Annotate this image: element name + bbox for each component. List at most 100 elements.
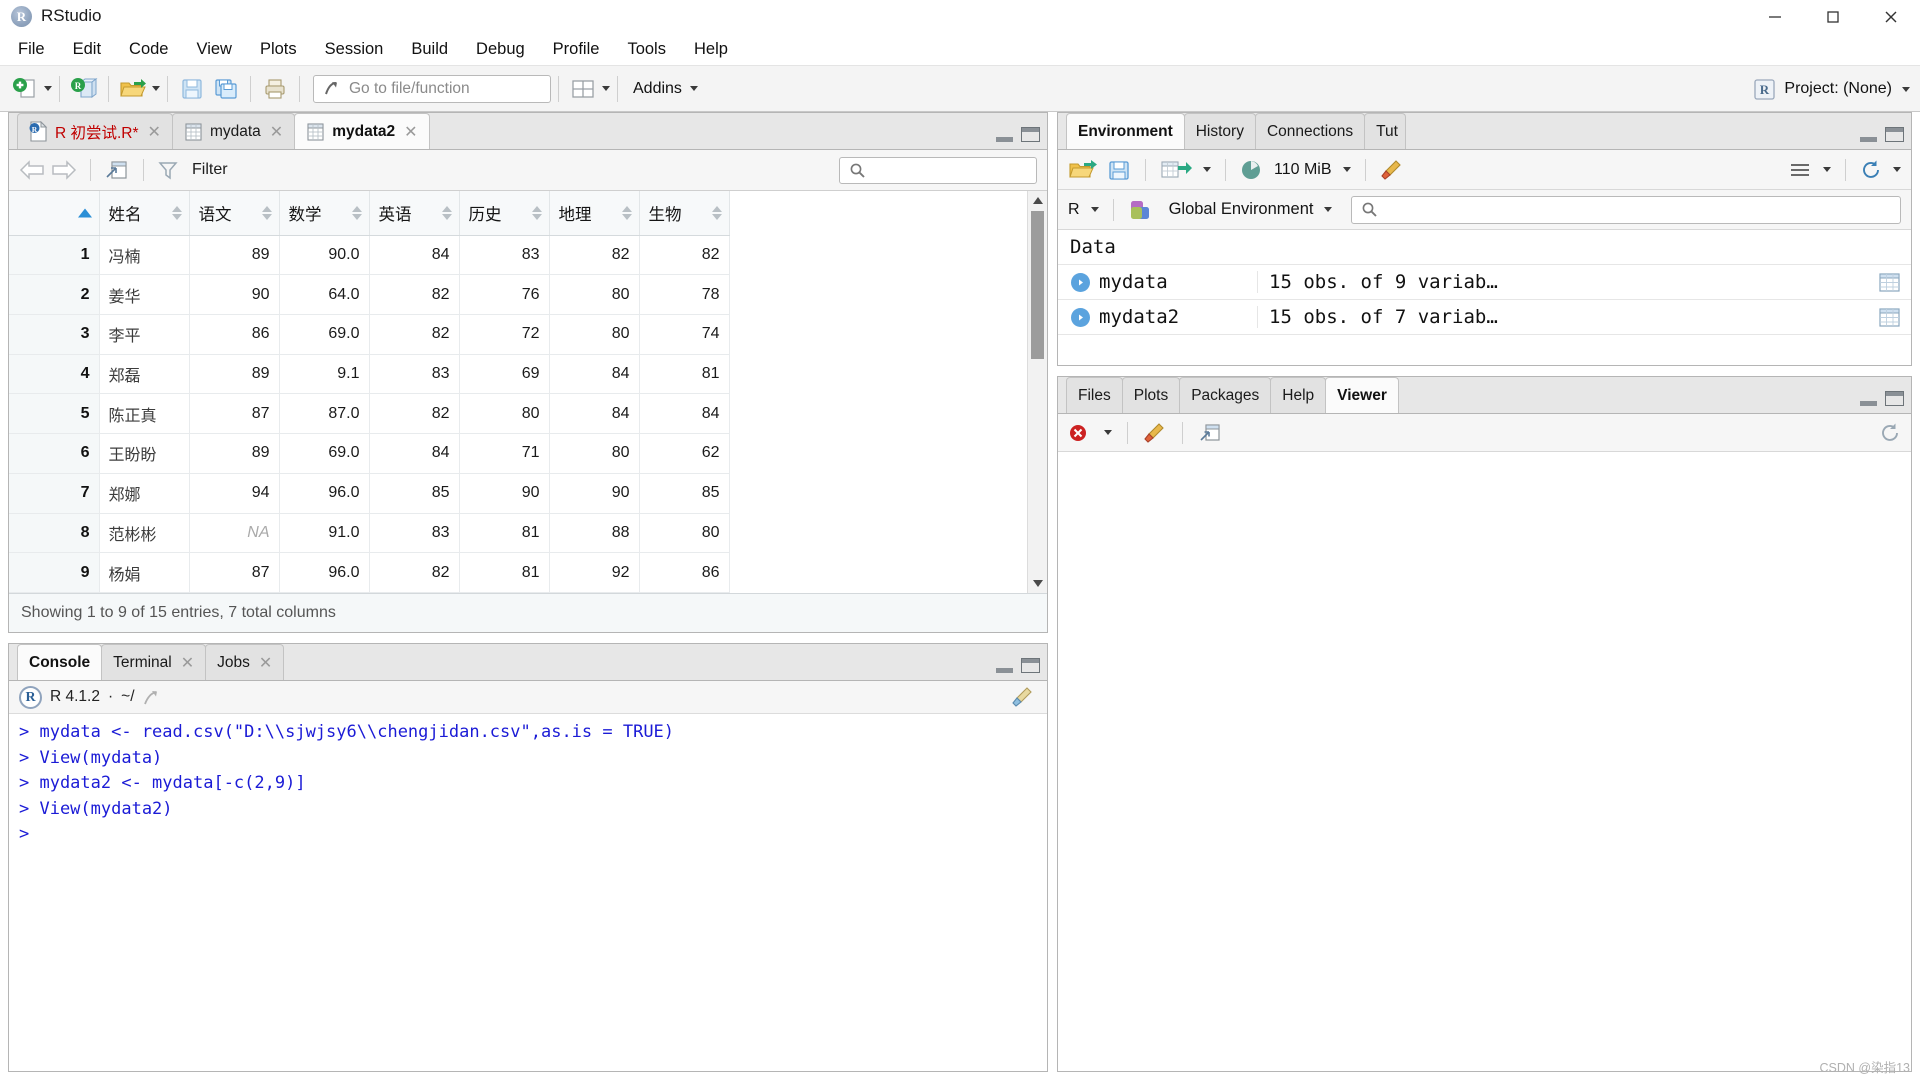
sort-arrows-icon[interactable] bbox=[711, 205, 722, 220]
open-folder-icon[interactable] bbox=[116, 72, 150, 106]
maximize-pane-icon[interactable] bbox=[1021, 127, 1040, 142]
menu-item-help[interactable]: Help bbox=[680, 35, 742, 63]
close-tab-icon[interactable]: ✕ bbox=[270, 122, 283, 142]
panes-dropdown-icon[interactable] bbox=[602, 86, 610, 91]
save-all-icon[interactable] bbox=[209, 72, 243, 106]
refresh-icon[interactable] bbox=[1879, 422, 1901, 444]
tab-jobs[interactable]: Jobs ✕ bbox=[205, 644, 285, 680]
project-dropdown-icon[interactable] bbox=[1902, 86, 1910, 92]
import-dropdown-icon[interactable] bbox=[1203, 167, 1211, 172]
close-button[interactable] bbox=[1862, 0, 1920, 33]
new-file-dropdown-icon[interactable] bbox=[44, 86, 52, 91]
popout-icon[interactable] bbox=[1198, 422, 1222, 444]
table-row[interactable]: 1 冯楠 89 90.0 84 83 82 82 bbox=[9, 235, 730, 276]
expand-object-icon[interactable] bbox=[1071, 307, 1090, 327]
menu-item-debug[interactable]: Debug bbox=[462, 35, 539, 63]
maximize-pane-icon[interactable] bbox=[1021, 658, 1040, 673]
tab-console[interactable]: Console bbox=[17, 644, 103, 680]
minimize-pane-icon[interactable] bbox=[996, 129, 1013, 142]
load-workspace-icon[interactable] bbox=[1068, 158, 1098, 182]
menu-item-view[interactable]: View bbox=[182, 35, 245, 63]
scope-dropdown-icon[interactable] bbox=[1324, 207, 1333, 212]
tab-help[interactable]: Help bbox=[1270, 377, 1327, 413]
goto-file-function-input[interactable]: Go to file/function bbox=[313, 74, 551, 103]
environment-search-input[interactable] bbox=[1351, 195, 1901, 224]
stop-icon[interactable] bbox=[1068, 422, 1092, 444]
view-data-icon[interactable] bbox=[1879, 307, 1900, 327]
table-row[interactable]: 6 王盼盼 89 69.0 84 71 80 62 bbox=[9, 433, 730, 474]
stop-dropdown-icon[interactable] bbox=[1104, 430, 1112, 435]
refresh-icon[interactable] bbox=[1860, 159, 1882, 181]
broom-clear-icon[interactable] bbox=[1143, 422, 1167, 444]
list-view-icon[interactable] bbox=[1788, 160, 1812, 180]
sort-arrows-icon[interactable] bbox=[351, 205, 362, 220]
environment-item-mydata2[interactable]: mydata2 15 obs. of 7 variab… bbox=[1058, 300, 1911, 335]
menu-item-tools[interactable]: Tools bbox=[613, 35, 680, 63]
addins-dropdown-icon[interactable] bbox=[689, 86, 698, 91]
popout-icon[interactable] bbox=[143, 688, 162, 707]
close-tab-icon[interactable]: ✕ bbox=[259, 653, 272, 673]
tab-viewer[interactable]: Viewer bbox=[1325, 377, 1399, 413]
console-prompt[interactable]: > bbox=[19, 822, 1037, 848]
data-search-input[interactable] bbox=[839, 157, 1037, 184]
source-tab-mydata2[interactable]: mydata2 ✕ bbox=[294, 113, 430, 149]
list-view-dropdown-icon[interactable] bbox=[1823, 167, 1831, 172]
table-row[interactable]: 8 范彬彬 NA 91.0 83 81 88 80 bbox=[9, 513, 730, 554]
table-row[interactable]: 5 陈正真 87 87.0 82 80 84 84 bbox=[9, 393, 730, 435]
print-icon[interactable] bbox=[258, 72, 292, 106]
tab-plots[interactable]: Plots bbox=[1121, 377, 1181, 413]
menu-item-profile[interactable]: Profile bbox=[539, 35, 614, 63]
tab-files[interactable]: Files bbox=[1066, 377, 1123, 413]
new-project-icon[interactable]: R bbox=[67, 72, 101, 106]
project-selector[interactable]: R Project: (None) bbox=[1752, 66, 1910, 112]
column-header-english[interactable]: 英语 bbox=[369, 191, 460, 236]
close-tab-icon[interactable]: ✕ bbox=[148, 122, 161, 142]
minimize-pane-icon[interactable] bbox=[996, 660, 1013, 673]
source-tab-mydata[interactable]: mydata ✕ bbox=[171, 113, 296, 149]
minimize-button[interactable] bbox=[1746, 0, 1804, 33]
language-label[interactable]: R bbox=[1068, 201, 1080, 219]
save-icon[interactable] bbox=[175, 72, 209, 106]
addins-button[interactable]: Addins bbox=[633, 80, 682, 98]
scroll-up-icon[interactable] bbox=[1028, 191, 1047, 211]
broom-clear-icon[interactable] bbox=[1011, 686, 1035, 708]
table-vertical-scrollbar[interactable] bbox=[1027, 191, 1047, 593]
maximize-pane-icon[interactable] bbox=[1885, 391, 1904, 406]
sort-arrows-icon[interactable] bbox=[261, 205, 272, 220]
column-header-biology[interactable]: 生物 bbox=[639, 191, 730, 236]
tab-connections[interactable]: Connections bbox=[1254, 113, 1366, 149]
language-dropdown-icon[interactable] bbox=[1090, 207, 1099, 212]
table-row[interactable]: 7 郑娜 94 96.0 85 90 90 85 bbox=[9, 473, 730, 514]
menu-item-build[interactable]: Build bbox=[397, 35, 462, 63]
global-environment-label[interactable]: Global Environment bbox=[1169, 200, 1314, 219]
column-header-math[interactable]: 数学 bbox=[279, 191, 370, 236]
console-output[interactable]: > mydata <- read.csv("D:\\sjwjsy6\\cheng… bbox=[9, 714, 1047, 1071]
menu-item-edit[interactable]: Edit bbox=[59, 35, 115, 63]
save-workspace-icon[interactable] bbox=[1107, 158, 1131, 182]
menu-item-file[interactable]: File bbox=[4, 35, 59, 63]
menu-item-plots[interactable]: Plots bbox=[246, 35, 311, 63]
scrollbar-thumb[interactable] bbox=[1031, 211, 1044, 359]
view-data-icon[interactable] bbox=[1879, 272, 1900, 292]
filter-label[interactable]: Filter bbox=[192, 161, 228, 179]
expand-object-icon[interactable] bbox=[1071, 272, 1090, 292]
column-header-history[interactable]: 历史 bbox=[459, 191, 550, 236]
close-tab-icon[interactable]: ✕ bbox=[404, 122, 417, 142]
column-header-chinese[interactable]: 语文 bbox=[189, 191, 280, 236]
tab-terminal[interactable]: Terminal ✕ bbox=[101, 644, 207, 680]
refresh-dropdown-icon[interactable] bbox=[1893, 167, 1901, 172]
minimize-pane-icon[interactable] bbox=[1860, 129, 1877, 142]
source-tab-r-script[interactable]: R R 初尝试.R* ✕ bbox=[17, 113, 173, 149]
table-row[interactable]: 2 姜华 90 64.0 82 76 80 78 bbox=[9, 274, 730, 315]
menu-item-session[interactable]: Session bbox=[311, 35, 398, 63]
import-dataset-icon[interactable] bbox=[1160, 158, 1192, 182]
minimize-pane-icon[interactable] bbox=[1860, 393, 1877, 406]
memory-dropdown-icon[interactable] bbox=[1342, 167, 1351, 172]
broom-clear-icon[interactable] bbox=[1380, 159, 1404, 181]
table-row[interactable]: 4 郑磊 89 9.1 83 69 84 81 bbox=[9, 354, 730, 395]
column-header-rownum[interactable] bbox=[9, 191, 100, 236]
sort-arrows-icon[interactable] bbox=[531, 205, 542, 220]
scroll-down-icon[interactable] bbox=[1028, 573, 1047, 593]
open-dropdown-icon[interactable] bbox=[152, 86, 160, 91]
sort-arrows-icon[interactable] bbox=[441, 205, 452, 220]
